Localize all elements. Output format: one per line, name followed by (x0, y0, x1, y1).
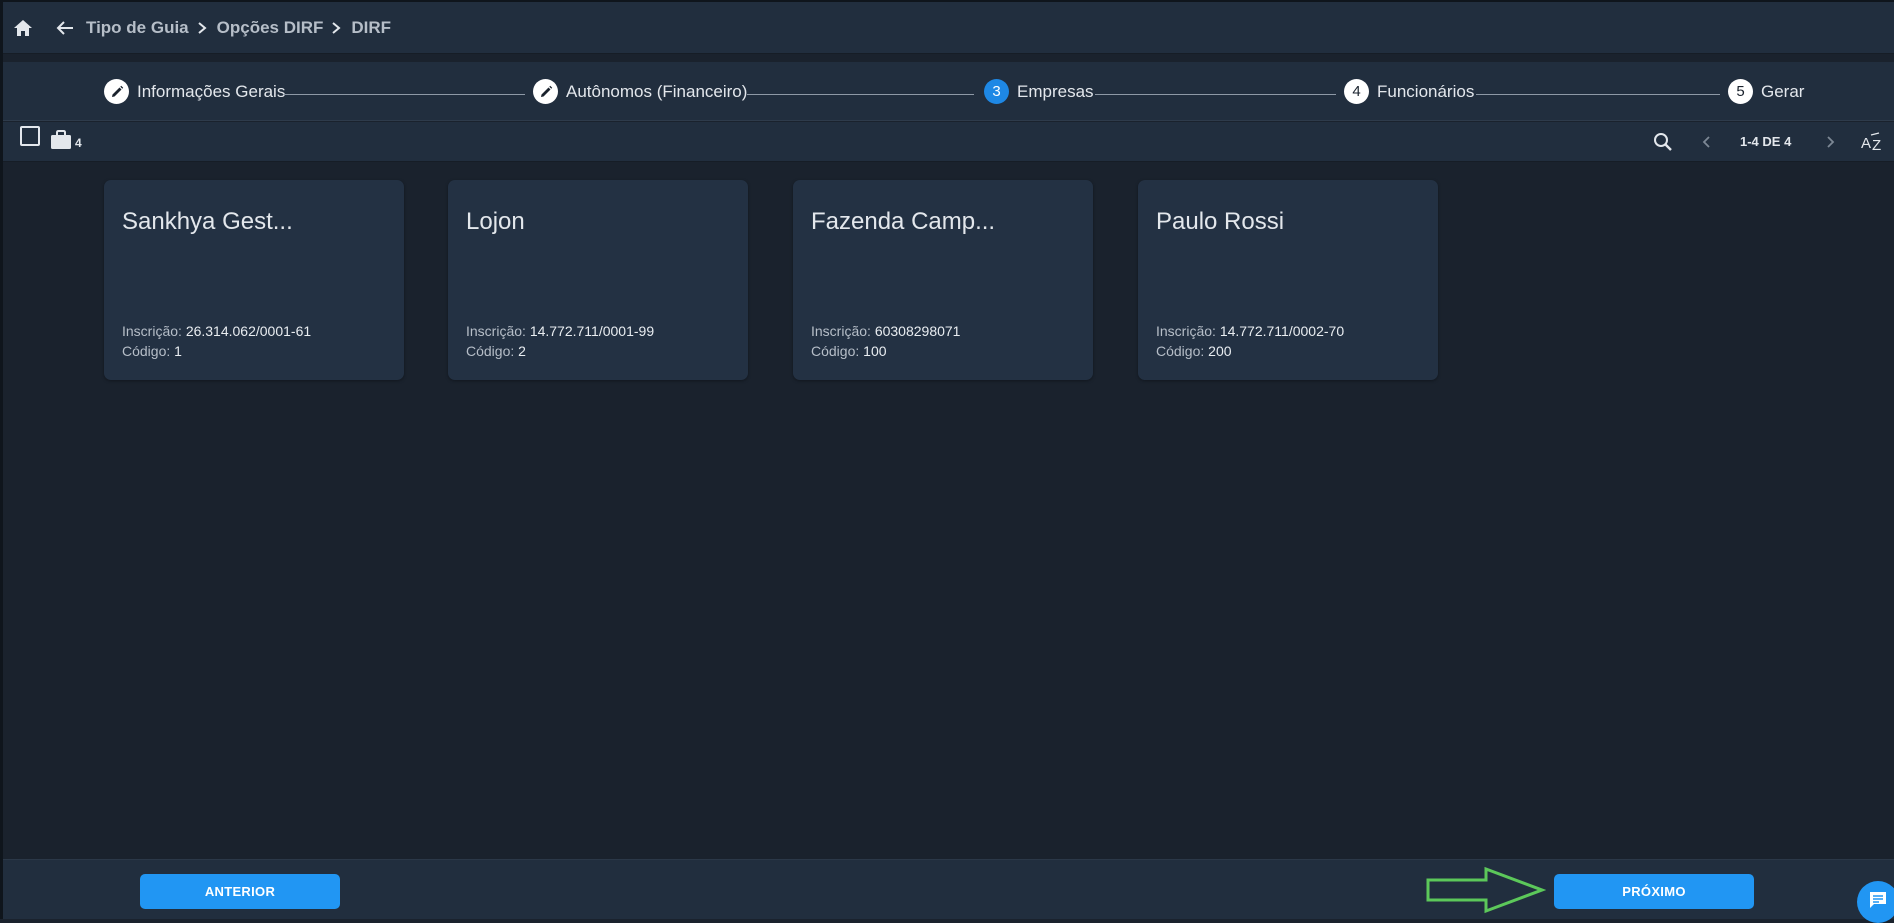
card-inscricao: Inscrição: 26.314.062/0001-61 (122, 323, 311, 339)
chat-icon (1868, 890, 1888, 915)
codigo-value: 1 (174, 343, 182, 359)
inscricao-label: Inscrição: (811, 323, 871, 339)
step-connector (747, 94, 974, 95)
codigo-label: Código: (811, 343, 859, 359)
step-connector (1476, 94, 1720, 95)
step-label: Gerar (1761, 82, 1804, 102)
codigo-label: Código: (122, 343, 170, 359)
step-label: Informações Gerais (137, 82, 285, 102)
step-empresas[interactable]: 3 Empresas (984, 62, 1094, 121)
next-button[interactable]: PRÓXIMO (1554, 874, 1754, 909)
step-label: Autônomos (Financeiro) (566, 82, 747, 102)
breadcrumb-opcoes-dirf[interactable]: Opções DIRF (217, 18, 324, 38)
svg-text:A: A (1861, 135, 1871, 152)
inscricao-value: 26.314.062/0001-61 (186, 323, 311, 339)
step-gerar[interactable]: 5 Gerar (1728, 62, 1804, 121)
step-funcionarios[interactable]: 4 Funcionários (1344, 62, 1474, 121)
card-title: Lojon (466, 208, 525, 236)
breadcrumb-dirf: DIRF (351, 18, 391, 38)
company-card[interactable]: Lojon Inscrição: 14.772.711/0001-99 Códi… (448, 180, 748, 380)
step-connector (1095, 94, 1336, 95)
step-connector (283, 94, 525, 95)
company-card[interactable]: Sankhya Gest... Inscrição: 26.314.062/00… (104, 180, 404, 380)
codigo-value: 200 (1208, 343, 1231, 359)
briefcase-icon (50, 130, 72, 155)
step-label: Empresas (1017, 82, 1094, 102)
company-card[interactable]: Fazenda Camp... Inscrição: 60308298071 C… (793, 180, 1093, 380)
card-codigo: Código: 1 (122, 343, 182, 359)
chevron-right-icon[interactable] (1819, 130, 1843, 154)
card-codigo: Código: 100 (811, 343, 887, 359)
list-toolbar: 4 1-4 DE 4 A Z (3, 122, 1894, 162)
az-sort-icon[interactable]: A Z (1859, 130, 1887, 154)
wizard-stepper: Informações Gerais Autônomos (Financeiro… (3, 62, 1894, 121)
step-label: Funcionários (1377, 82, 1474, 102)
chevron-left-icon[interactable] (1694, 130, 1718, 154)
card-title: Sankhya Gest... (122, 208, 293, 236)
inscricao-label: Inscrição: (1156, 323, 1216, 339)
card-inscricao: Inscrição: 60308298071 (811, 323, 960, 339)
card-inscricao: Inscrição: 14.772.711/0002-70 (1156, 323, 1344, 339)
step-number: 4 (1344, 79, 1369, 104)
codigo-label: Código: (1156, 343, 1204, 359)
step-number: 5 (1728, 79, 1753, 104)
pagination-label: 1-4 DE 4 (1740, 134, 1791, 149)
step-number: 3 (984, 79, 1009, 104)
breadcrumb-tipo-de-guia[interactable]: Tipo de Guia (86, 18, 189, 38)
chevron-right-icon (197, 21, 207, 35)
top-bar: Tipo de Guia Opções DIRF DIRF (3, 2, 1894, 54)
inscricao-value: 60308298071 (875, 323, 961, 339)
company-card[interactable]: Paulo Rossi Inscrição: 14.772.711/0002-7… (1138, 180, 1438, 380)
codigo-value: 100 (863, 343, 886, 359)
annotation-arrow-icon (1424, 866, 1546, 914)
inscricao-value: 14.772.711/0002-70 (1220, 323, 1344, 339)
step-informacoes-gerais[interactable]: Informações Gerais (104, 62, 285, 121)
step-autonomos[interactable]: Autônomos (Financeiro) (533, 62, 747, 121)
card-codigo: Código: 2 (466, 343, 526, 359)
card-title: Fazenda Camp... (811, 208, 995, 236)
inscricao-value: 14.772.711/0001-99 (530, 323, 654, 339)
inscricao-label: Inscrição: (466, 323, 526, 339)
pencil-icon (533, 79, 558, 104)
codigo-value: 2 (518, 343, 526, 359)
back-arrow-icon[interactable] (54, 17, 76, 39)
item-count: 4 (75, 136, 82, 150)
search-icon[interactable] (1651, 130, 1675, 154)
card-title: Paulo Rossi (1156, 208, 1284, 236)
codigo-label: Código: (466, 343, 514, 359)
select-all-checkbox[interactable] (20, 126, 40, 146)
chevron-right-icon (331, 21, 341, 35)
chat-button[interactable] (1857, 881, 1894, 923)
wizard-footer: ANTERIOR PRÓXIMO (3, 859, 1894, 919)
card-codigo: Código: 200 (1156, 343, 1232, 359)
card-inscricao: Inscrição: 14.772.711/0001-99 (466, 323, 654, 339)
pencil-icon (104, 79, 129, 104)
home-icon[interactable] (12, 17, 34, 39)
svg-text:Z: Z (1872, 137, 1881, 152)
previous-button[interactable]: ANTERIOR (140, 874, 340, 909)
inscricao-label: Inscrição: (122, 323, 182, 339)
